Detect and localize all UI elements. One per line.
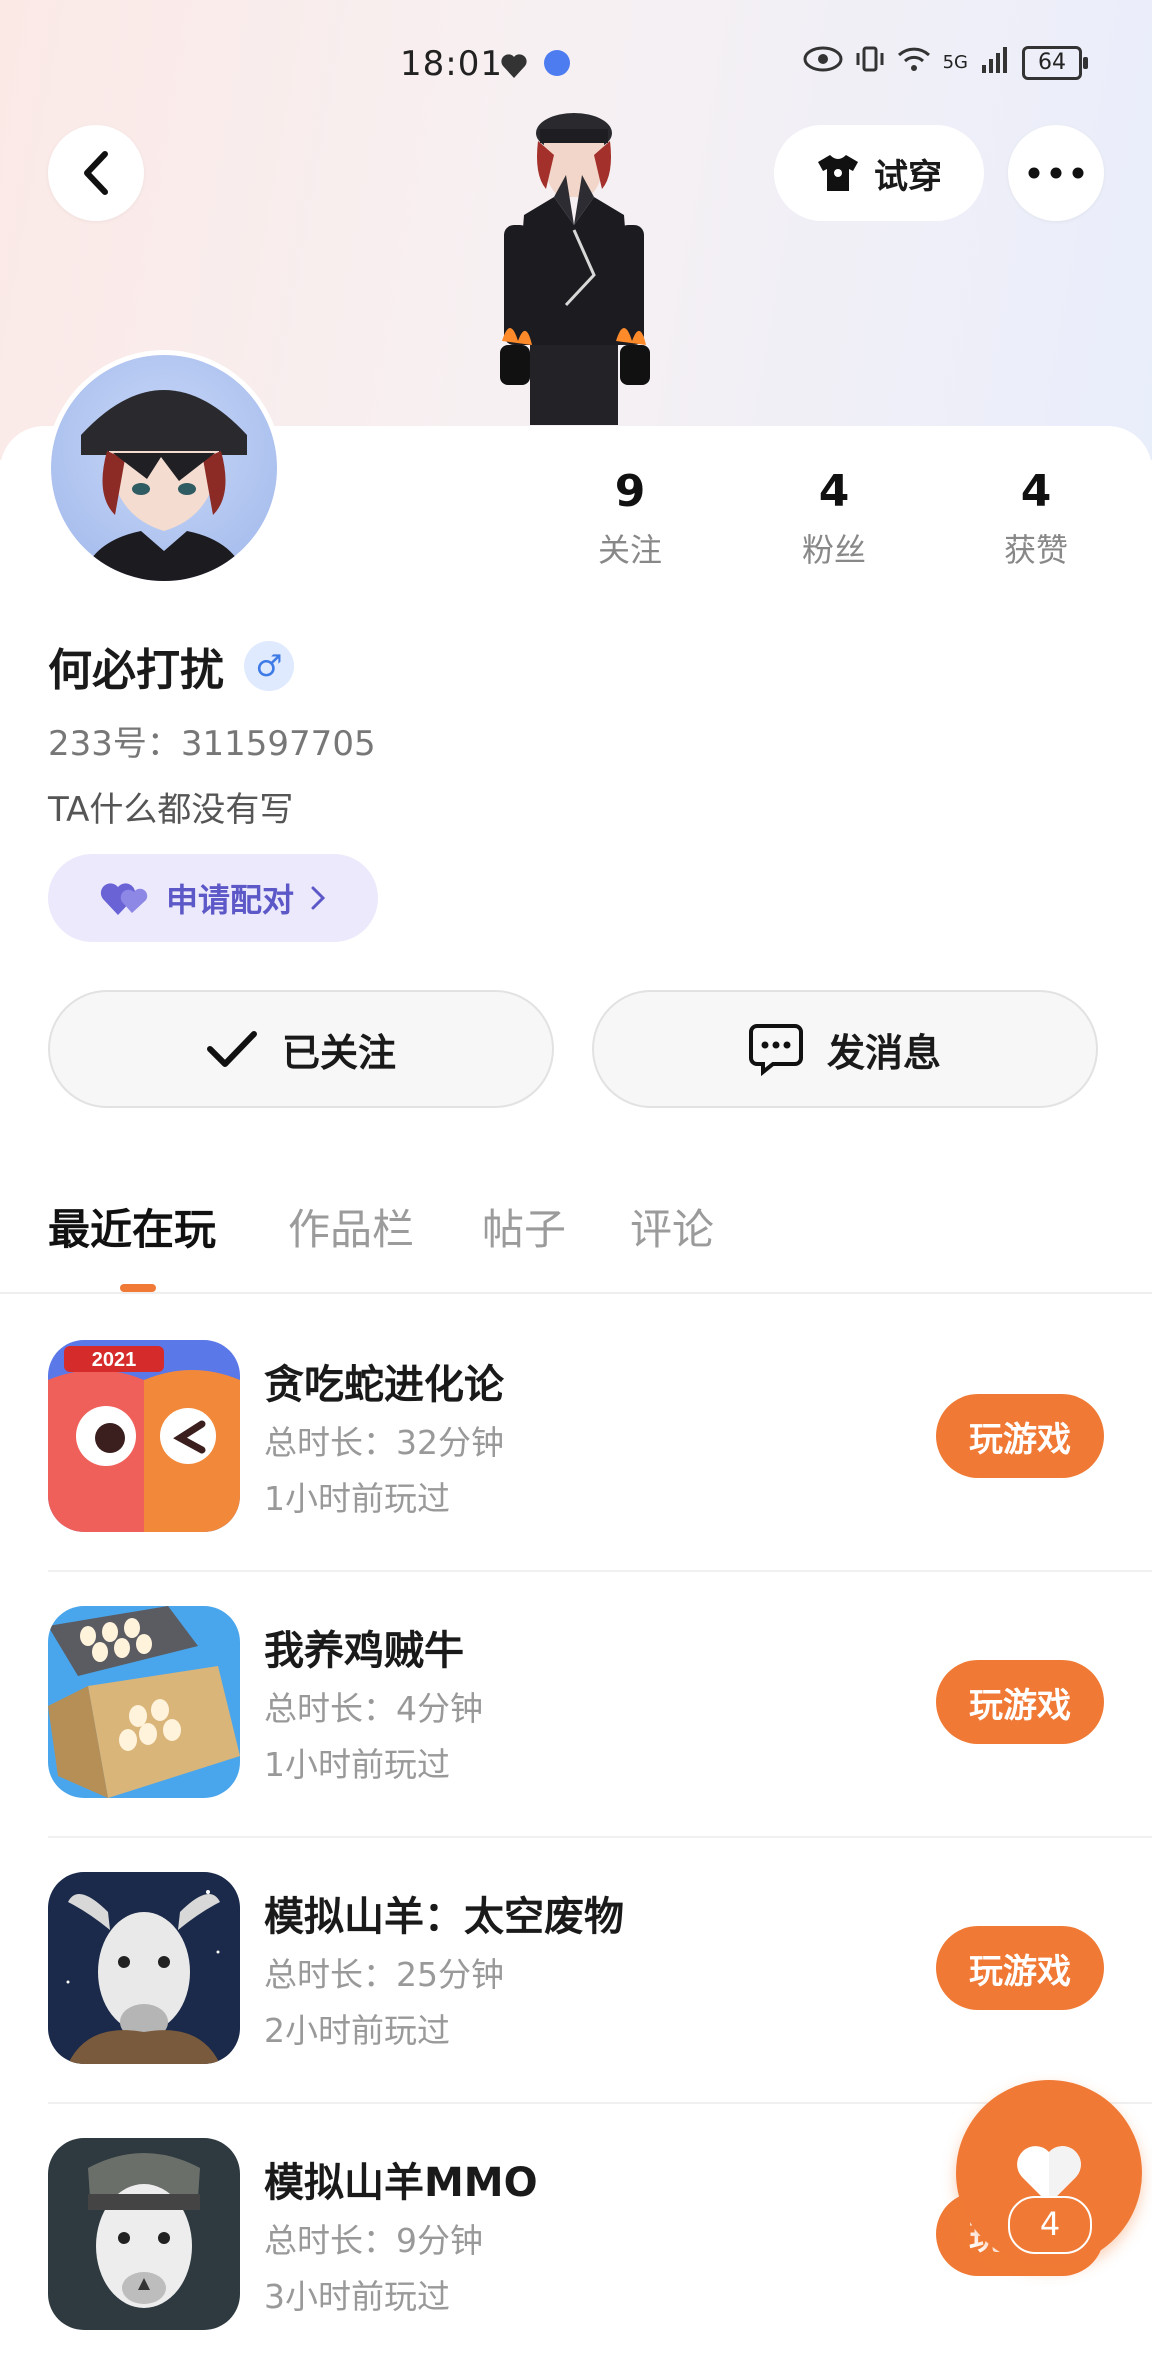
game-list-item[interactable]: 我养鸡贼牛 总时长：4分钟 1小时前玩过 玩游戏 xyxy=(48,1606,1104,1806)
network-type-label: 5G xyxy=(942,52,968,73)
play-game-button[interactable]: 玩游戏 xyxy=(936,1660,1104,1744)
game-name: 我养鸡贼牛 xyxy=(264,1628,464,1674)
user-id: 233号：311597705 xyxy=(48,724,376,764)
status-bar: 18:01 5G 64 xyxy=(0,44,1152,88)
avatar[interactable] xyxy=(46,350,282,586)
game-last-played: 1小时前玩过 xyxy=(264,1479,450,1518)
stat-followers[interactable]: 4 粉丝 xyxy=(764,466,904,571)
game-duration: 总时长：32分钟 xyxy=(264,1423,504,1462)
try-on-button[interactable]: 试穿 xyxy=(774,125,984,221)
signal-icon xyxy=(980,45,1010,80)
stat-value: 9 xyxy=(614,466,646,517)
apply-pair-label: 申请配对 xyxy=(165,881,294,919)
play-game-button[interactable]: 玩游戏 xyxy=(936,1926,1104,2010)
tab-recently-played[interactable]: 最近在玩 xyxy=(48,1196,216,1257)
game-duration: 总时长：25分钟 xyxy=(264,1955,504,1994)
stat-label: 获赞 xyxy=(1003,531,1068,569)
status-icons: 5G 64 xyxy=(803,44,1088,81)
more-options-button[interactable] xyxy=(1008,125,1104,221)
apply-pair-button[interactable]: 申请配对 xyxy=(48,854,378,942)
like-count-badge: 4 xyxy=(1008,2196,1092,2254)
game-icon-badge: 2021 xyxy=(92,1349,137,1371)
stat-label: 粉丝 xyxy=(801,531,866,569)
tab-posts[interactable]: 帖子 xyxy=(482,1196,566,1257)
active-tab-indicator xyxy=(120,1284,156,1292)
game-name: 贪吃蛇进化论 xyxy=(264,1362,504,1408)
divider xyxy=(48,1570,1152,1572)
snake-game-icon: 2021 xyxy=(48,1340,240,1532)
user-bio: TA什么都没有写 xyxy=(48,790,294,830)
checkmark-icon xyxy=(206,1031,257,1067)
game-duration: 总时长：4分钟 xyxy=(264,1689,483,1728)
divider xyxy=(0,1292,1152,1294)
game-last-played: 2小时前玩过 xyxy=(264,2011,450,2050)
double-heart-icon xyxy=(100,883,148,915)
chevron-left-icon xyxy=(84,151,108,195)
avatar-full-body-image xyxy=(474,105,674,425)
status-time: 18:01 xyxy=(400,44,503,84)
stat-value: 4 xyxy=(1020,466,1052,517)
egg-factory-icon xyxy=(48,1606,240,1798)
eye-icon xyxy=(803,46,843,79)
game-duration: 总时长：9分钟 xyxy=(264,2221,483,2260)
try-on-label: 试穿 xyxy=(874,156,942,197)
gender-male-icon: ♂ xyxy=(244,641,294,691)
send-message-label: 发消息 xyxy=(826,1030,941,1075)
wifi-icon xyxy=(897,45,931,80)
game-list-item[interactable]: 2021 贪吃蛇进化论 总时长：32分钟 1小时前玩过 玩游戏 xyxy=(48,1340,1104,1540)
goat-space-icon xyxy=(48,1872,240,2064)
back-button[interactable] xyxy=(48,125,144,221)
divider xyxy=(48,1836,1152,1838)
user-name: 何必打扰 xyxy=(48,645,224,696)
game-list-item[interactable]: 模拟山羊MMO 总时长：9分钟 3小时前玩过 玩游戏 xyxy=(48,2138,1104,2338)
game-name: 模拟山羊MMO xyxy=(264,2160,538,2206)
stat-following[interactable]: 9 关注 xyxy=(560,466,700,571)
followed-button[interactable]: 已关注 xyxy=(48,990,554,1108)
chat-bubble-icon xyxy=(748,1024,803,1076)
like-float-button[interactable]: 4 xyxy=(956,2080,1142,2266)
tshirt-icon xyxy=(818,155,858,191)
followed-label: 已关注 xyxy=(281,1030,396,1075)
game-name: 模拟山羊：太空废物 xyxy=(264,1894,624,1940)
health-heart-icon xyxy=(500,48,528,88)
goat-mmo-icon xyxy=(48,2138,240,2330)
play-game-button[interactable]: 玩游戏 xyxy=(936,1394,1104,1478)
battery-indicator: 64 xyxy=(1022,45,1088,80)
name-row: 何必打扰 ♂ xyxy=(48,634,294,698)
game-last-played: 3小时前玩过 xyxy=(264,2277,450,2316)
profile-stats: 9 关注 4 粉丝 4 获赞 xyxy=(560,466,1120,586)
app-notification-icon xyxy=(544,50,570,76)
game-list-item[interactable]: 模拟山羊：太空废物 总时长：25分钟 2小时前玩过 玩游戏 xyxy=(48,1872,1104,2072)
stat-label: 关注 xyxy=(597,531,662,569)
vibrate-icon xyxy=(855,44,885,81)
stat-likes[interactable]: 4 获赞 xyxy=(966,466,1106,571)
tab-works[interactable]: 作品栏 xyxy=(288,1196,414,1257)
tab-comments[interactable]: 评论 xyxy=(630,1196,714,1257)
more-dots-icon xyxy=(1028,167,1084,179)
stat-value: 4 xyxy=(818,466,850,517)
game-last-played: 1小时前玩过 xyxy=(264,1745,450,1784)
chevron-right-icon xyxy=(311,886,326,910)
send-message-button[interactable]: 发消息 xyxy=(592,990,1098,1108)
